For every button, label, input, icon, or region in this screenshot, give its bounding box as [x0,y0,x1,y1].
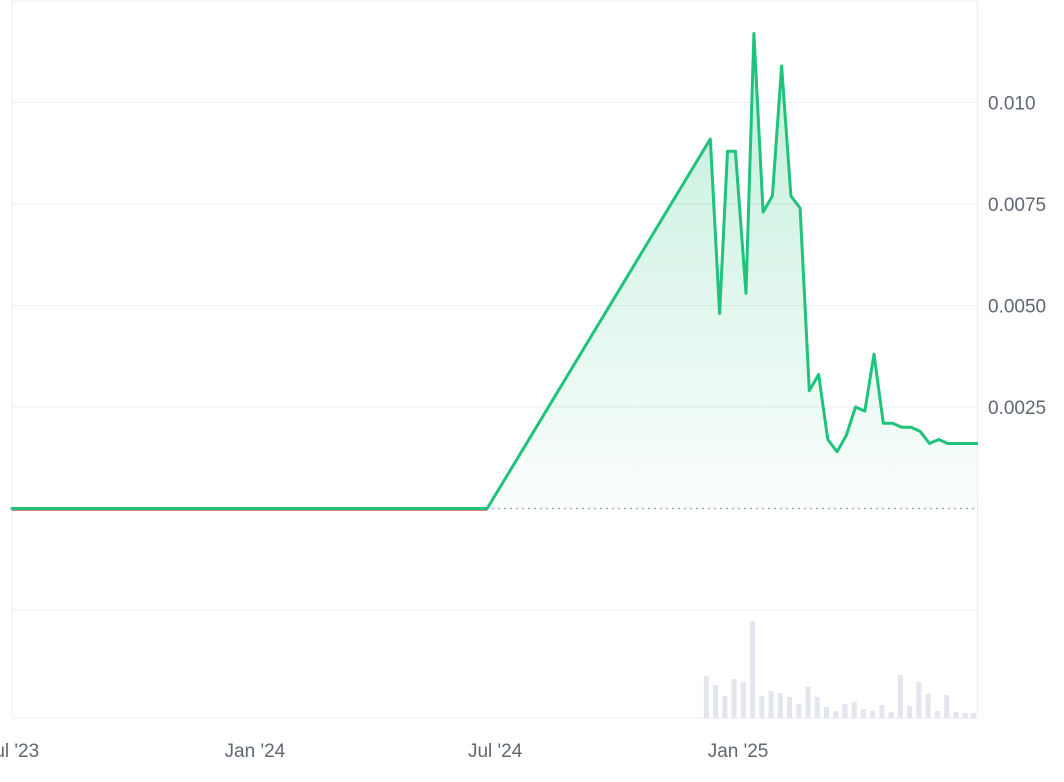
volume-bar [814,697,820,718]
x-tick-label: Jul '24 [468,741,523,762]
volume-bar [796,704,802,718]
volume-bar [953,712,959,718]
volume-bar [860,709,866,718]
volume-bar [750,621,756,718]
volume-bar [842,704,848,718]
chart-frame [11,0,978,719]
volume-bar [722,696,728,718]
y-tick-label: 0.0025 [988,398,1046,419]
volume-bars [703,621,976,718]
x-axis: Jul '23 Jan '24 Jul '24 Jan '25 [0,741,768,762]
volume-bar [713,685,719,718]
volume-bar [740,682,746,718]
volume-bar [934,711,940,718]
price-line [10,32,978,510]
volume-bar [824,707,830,718]
volume-bar [805,687,811,718]
volume-bar [944,695,950,718]
volume-bar [888,712,894,718]
volume-bar [870,711,876,718]
volume-bar [833,711,839,718]
price-area-fill [12,33,977,509]
y-tick-label: 0.0050 [988,297,1046,318]
volume-bar [703,676,709,718]
volume-bar [971,713,976,718]
x-tick-label: Jan '24 [225,741,286,762]
y-tick-label: 0.0075 [988,195,1046,216]
volume-bar [879,705,885,718]
y-gridlines [12,102,977,408]
volume-bar [759,696,765,718]
volume-bar [777,693,783,718]
volume-bar [916,682,922,718]
volume-bar [962,713,968,718]
volume-bar [925,694,931,718]
price-chart: Jul '23 Jan '24 Jul '24 Jan '25 0.0025 0.005… [0,0,1046,762]
volume-bar [851,702,857,718]
volume-bar [907,706,913,718]
y-axis: 0.0025 0.0050 0.0075 0.010 [988,94,1046,420]
volume-bar [731,679,737,718]
volume-bar [787,697,793,718]
volume-bar [768,691,774,718]
volume-bar [897,675,903,718]
price-area-group [10,32,978,511]
x-tick-label: Jan '25 [708,741,769,762]
x-tick-label: Jul '23 [0,741,39,762]
y-tick-label: 0.010 [988,94,1036,115]
